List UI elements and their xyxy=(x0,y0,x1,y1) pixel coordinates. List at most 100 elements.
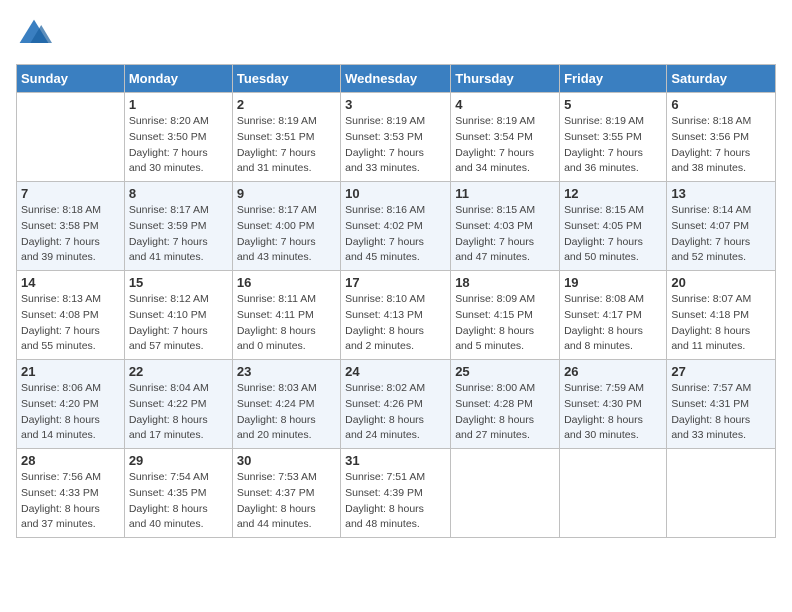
calendar-cell: 18Sunrise: 8:09 AMSunset: 4:15 PMDayligh… xyxy=(451,271,560,360)
logo xyxy=(16,16,56,52)
day-of-week-header: Sunday xyxy=(17,65,125,93)
day-info: Sunrise: 7:57 AMSunset: 4:31 PMDaylight:… xyxy=(671,381,771,444)
day-of-week-header: Friday xyxy=(560,65,667,93)
day-number: 27 xyxy=(671,364,771,379)
calendar-cell: 11Sunrise: 8:15 AMSunset: 4:03 PMDayligh… xyxy=(451,182,560,271)
day-of-week-header: Saturday xyxy=(667,65,776,93)
day-info: Sunrise: 8:18 AMSunset: 3:56 PMDaylight:… xyxy=(671,114,771,177)
day-info: Sunrise: 8:17 AMSunset: 3:59 PMDaylight:… xyxy=(129,203,228,266)
day-number: 29 xyxy=(129,453,228,468)
day-info: Sunrise: 8:06 AMSunset: 4:20 PMDaylight:… xyxy=(21,381,120,444)
day-info: Sunrise: 8:19 AMSunset: 3:51 PMDaylight:… xyxy=(237,114,336,177)
day-number: 23 xyxy=(237,364,336,379)
day-number: 15 xyxy=(129,275,228,290)
calendar-table: SundayMondayTuesdayWednesdayThursdayFrid… xyxy=(16,64,776,538)
calendar-week-row: 7 Sunrise: 8:18 AMSunset: 3:58 PMDaylight… xyxy=(17,182,776,271)
day-number: 22 xyxy=(129,364,228,379)
day-info: Sunrise: 8:07 AMSunset: 4:18 PMDaylight:… xyxy=(671,292,771,355)
calendar-cell: 25 Sunrise: 8:00 AMSunset: 4:28 PMDayligh… xyxy=(451,360,560,449)
day-info: Sunrise: 8:12 AMSunset: 4:10 PMDaylight:… xyxy=(129,292,228,355)
day-of-week-header: Monday xyxy=(124,65,232,93)
day-number: 11 xyxy=(455,186,555,201)
day-info: Sunrise: 8:17 AMSunset: 4:00 PMDaylight:… xyxy=(237,203,336,266)
day-number: 4 xyxy=(455,97,555,112)
day-info: Sunrise: 8:10 AMSunset: 4:13 PMDaylight:… xyxy=(345,292,446,355)
calendar-cell: 21 Sunrise: 8:06 AMSunset: 4:20 PMDayligh… xyxy=(17,360,125,449)
calendar-cell: 5 Sunrise: 8:19 AMSunset: 3:55 PMDaylight… xyxy=(560,93,667,182)
day-info: Sunrise: 8:00 AMSunset: 4:28 PMDaylight:… xyxy=(455,381,555,444)
day-info: Sunrise: 8:19 AMSunset: 3:55 PMDaylight:… xyxy=(564,114,662,177)
calendar-week-row: 21 Sunrise: 8:06 AMSunset: 4:20 PMDayligh… xyxy=(17,360,776,449)
day-number: 13 xyxy=(671,186,771,201)
calendar-cell: 10 Sunrise: 8:16 AMSunset: 4:02 PMDayligh… xyxy=(341,182,451,271)
day-info: Sunrise: 8:04 AMSunset: 4:22 PMDaylight:… xyxy=(129,381,228,444)
day-number: 6 xyxy=(671,97,771,112)
calendar-cell: 30 Sunrise: 7:53 AMSunset: 4:37 PMDayligh… xyxy=(232,449,340,538)
calendar-week-row: 28 Sunrise: 7:56 AMSunset: 4:33 PMDayligh… xyxy=(17,449,776,538)
day-number: 26 xyxy=(564,364,662,379)
day-info: Sunrise: 8:14 AMSunset: 4:07 PMDaylight:… xyxy=(671,203,771,266)
day-info: Sunrise: 7:51 AMSunset: 4:39 PMDaylight:… xyxy=(345,470,446,533)
calendar-cell: 8 Sunrise: 8:17 AMSunset: 3:59 PMDaylight… xyxy=(124,182,232,271)
day-info: Sunrise: 8:08 AMSunset: 4:17 PMDaylight:… xyxy=(564,292,662,355)
day-number: 12 xyxy=(564,186,662,201)
calendar-week-row: 14Sunrise: 8:13 AMSunset: 4:08 PMDayligh… xyxy=(17,271,776,360)
day-number: 3 xyxy=(345,97,446,112)
day-info: Sunrise: 8:18 AMSunset: 3:58 PMDaylight:… xyxy=(21,203,120,266)
calendar-cell: 28 Sunrise: 7:56 AMSunset: 4:33 PMDayligh… xyxy=(17,449,125,538)
calendar-cell: 29 Sunrise: 7:54 AMSunset: 4:35 PMDayligh… xyxy=(124,449,232,538)
day-info: Sunrise: 8:20 AMSunset: 3:50 PMDaylight:… xyxy=(129,114,228,177)
day-number: 17 xyxy=(345,275,446,290)
day-number: 7 xyxy=(21,186,120,201)
calendar-cell: 1Sunrise: 8:20 AMSunset: 3:50 PMDaylight… xyxy=(124,93,232,182)
day-info: Sunrise: 7:53 AMSunset: 4:37 PMDaylight:… xyxy=(237,470,336,533)
day-number: 8 xyxy=(129,186,228,201)
calendar-cell: 20 Sunrise: 8:07 AMSunset: 4:18 PMDayligh… xyxy=(667,271,776,360)
calendar-cell xyxy=(17,93,125,182)
page-header xyxy=(16,16,776,52)
day-number: 20 xyxy=(671,275,771,290)
calendar-cell: 27 Sunrise: 7:57 AMSunset: 4:31 PMDayligh… xyxy=(667,360,776,449)
calendar-cell: 19 Sunrise: 8:08 AMSunset: 4:17 PMDayligh… xyxy=(560,271,667,360)
day-info: Sunrise: 8:19 AMSunset: 3:54 PMDaylight:… xyxy=(455,114,555,177)
day-number: 25 xyxy=(455,364,555,379)
day-number: 30 xyxy=(237,453,336,468)
day-info: Sunrise: 8:03 AMSunset: 4:24 PMDaylight:… xyxy=(237,381,336,444)
day-number: 31 xyxy=(345,453,446,468)
day-number: 21 xyxy=(21,364,120,379)
calendar-week-row: 1Sunrise: 8:20 AMSunset: 3:50 PMDaylight… xyxy=(17,93,776,182)
day-number: 19 xyxy=(564,275,662,290)
calendar-cell: 15 Sunrise: 8:12 AMSunset: 4:10 PMDayligh… xyxy=(124,271,232,360)
calendar-cell: 13 Sunrise: 8:14 AMSunset: 4:07 PMDayligh… xyxy=(667,182,776,271)
day-number: 10 xyxy=(345,186,446,201)
calendar-cell: 4 Sunrise: 8:19 AMSunset: 3:54 PMDaylight… xyxy=(451,93,560,182)
day-number: 5 xyxy=(564,97,662,112)
calendar-cell: 14Sunrise: 8:13 AMSunset: 4:08 PMDayligh… xyxy=(17,271,125,360)
day-info: Sunrise: 8:15 AMSunset: 4:05 PMDaylight:… xyxy=(564,203,662,266)
day-info: Sunrise: 7:54 AMSunset: 4:35 PMDaylight:… xyxy=(129,470,228,533)
day-info: Sunrise: 8:02 AMSunset: 4:26 PMDaylight:… xyxy=(345,381,446,444)
day-number: 9 xyxy=(237,186,336,201)
logo-icon xyxy=(16,16,52,52)
day-info: Sunrise: 8:16 AMSunset: 4:02 PMDaylight:… xyxy=(345,203,446,266)
day-number: 16 xyxy=(237,275,336,290)
day-info: Sunrise: 8:09 AMSunset: 4:15 PMDaylight:… xyxy=(455,292,555,355)
calendar-cell xyxy=(667,449,776,538)
day-number: 24 xyxy=(345,364,446,379)
day-number: 2 xyxy=(237,97,336,112)
day-of-week-header: Wednesday xyxy=(341,65,451,93)
day-info: Sunrise: 7:59 AMSunset: 4:30 PMDaylight:… xyxy=(564,381,662,444)
day-number: 28 xyxy=(21,453,120,468)
calendar-cell: 17 Sunrise: 8:10 AMSunset: 4:13 PMDayligh… xyxy=(341,271,451,360)
calendar-cell: 31 Sunrise: 7:51 AMSunset: 4:39 PMDayligh… xyxy=(341,449,451,538)
calendar-cell: 3Sunrise: 8:19 AMSunset: 3:53 PMDaylight… xyxy=(341,93,451,182)
day-info: Sunrise: 8:13 AMSunset: 4:08 PMDaylight:… xyxy=(21,292,120,355)
day-info: Sunrise: 8:11 AMSunset: 4:11 PMDaylight:… xyxy=(237,292,336,355)
day-info: Sunrise: 7:56 AMSunset: 4:33 PMDaylight:… xyxy=(21,470,120,533)
calendar-cell: 22 Sunrise: 8:04 AMSunset: 4:22 PMDayligh… xyxy=(124,360,232,449)
calendar-cell: 2 Sunrise: 8:19 AMSunset: 3:51 PMDaylight… xyxy=(232,93,340,182)
calendar-cell xyxy=(451,449,560,538)
calendar-cell: 23 Sunrise: 8:03 AMSunset: 4:24 PMDayligh… xyxy=(232,360,340,449)
calendar-cell: 12 Sunrise: 8:15 AMSunset: 4:05 PMDayligh… xyxy=(560,182,667,271)
calendar-cell: 16 Sunrise: 8:11 AMSunset: 4:11 PMDayligh… xyxy=(232,271,340,360)
